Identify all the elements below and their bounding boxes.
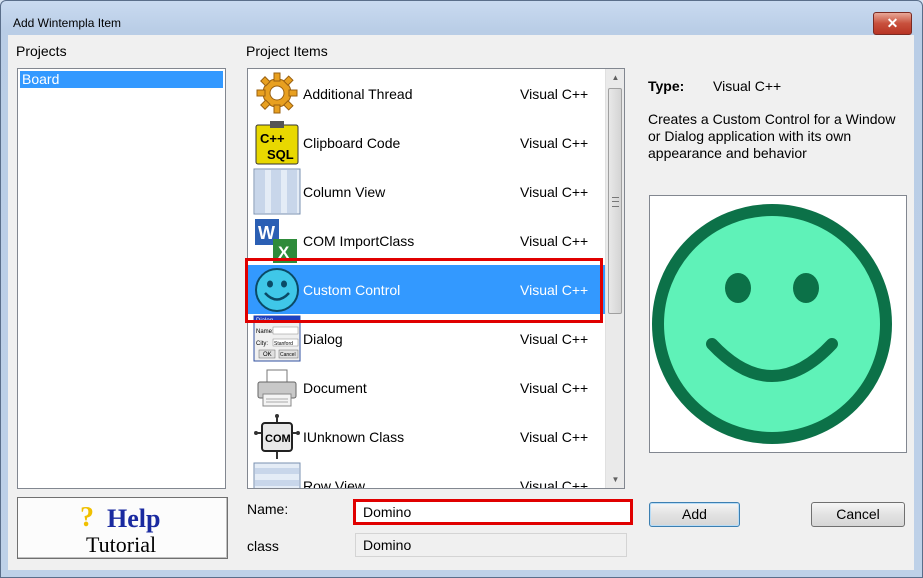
svg-text:Stanford: Stanford: [274, 341, 293, 347]
svg-text:Dialog: Dialog: [256, 318, 273, 324]
item-type: Visual C++: [520, 86, 589, 102]
item-name: Row View: [303, 478, 365, 489]
smiley-icon: [253, 266, 301, 313]
item-name: Dialog: [303, 331, 343, 347]
item-name: COM ImportClass: [303, 233, 415, 249]
item-type: Visual C++: [520, 380, 589, 396]
item-type: Visual C++: [520, 184, 589, 200]
smiley-icon: [652, 204, 892, 444]
list-item-com-importclass[interactable]: W X COM ImportClass Visual C++: [248, 216, 605, 265]
name-label: Name:: [247, 501, 289, 517]
project-items-label: Project Items: [246, 43, 328, 59]
help-question-icon: ?: [80, 502, 94, 533]
class-label: class: [247, 538, 279, 554]
scroll-up-arrow-icon[interactable]: ▲: [606, 69, 624, 86]
dialog-icon: Dialog Name: City: Stanford OK Cancel: [253, 315, 301, 362]
word-excel-icon: W X: [253, 217, 301, 264]
item-type: Visual C++: [520, 233, 589, 249]
svg-text:X: X: [278, 243, 290, 262]
add-button[interactable]: Add: [649, 502, 740, 527]
list-item-row-view[interactable]: Row View Visual C++: [248, 461, 605, 489]
printer-icon: [253, 364, 301, 411]
scroll-down-arrow-icon[interactable]: ▼: [606, 471, 624, 488]
row-view-icon: [253, 462, 301, 488]
item-name: Additional Thread: [303, 86, 413, 102]
dialog-body: Projects Project Items Board Additional …: [8, 35, 914, 570]
name-input[interactable]: Domino: [353, 499, 633, 525]
column-view-icon: [253, 168, 301, 215]
com-chip-icon: COM: [253, 413, 301, 460]
svg-text:OK: OK: [263, 352, 272, 358]
window-title: Add Wintempla Item: [13, 16, 122, 30]
add-item-dialog: Add Wintempla Item ✕ Projects Project It…: [0, 0, 923, 578]
cpp-sql-icon: C++ SQL: [253, 119, 301, 166]
svg-text:COM: COM: [265, 433, 291, 445]
projects-list[interactable]: Board: [17, 68, 226, 489]
svg-text:Name:: Name:: [256, 329, 274, 335]
items-scrollbar[interactable]: ▲ ▼: [605, 69, 624, 488]
svg-text:Cancel: Cancel: [280, 352, 296, 358]
item-name: Column View: [303, 184, 386, 200]
grip-icon: [612, 197, 619, 207]
list-item-dialog[interactable]: Dialog Name: City: Stanford OK Cancel Di…: [248, 314, 605, 363]
item-preview: [649, 195, 907, 453]
class-field: Domino: [355, 533, 627, 557]
type-value: Visual C++: [713, 78, 782, 94]
project-item-board[interactable]: Board: [20, 71, 223, 88]
scroll-thumb[interactable]: [608, 88, 622, 314]
projects-label: Projects: [16, 43, 67, 59]
cancel-button[interactable]: Cancel: [811, 502, 905, 527]
type-label: Type:: [648, 78, 685, 94]
project-items-list[interactable]: Additional Thread Visual C++ C++ SQL Cli…: [247, 68, 625, 489]
list-item-additional-thread[interactable]: Additional Thread Visual C++: [248, 69, 605, 118]
item-description: Creates a Custom Control for a Window or…: [648, 111, 896, 161]
svg-text:W: W: [258, 223, 275, 243]
help-text: Help: [107, 504, 161, 533]
list-item-column-view[interactable]: Column View Visual C++: [248, 167, 605, 216]
item-type: Visual C++: [520, 135, 589, 151]
item-type: Visual C++: [520, 478, 589, 489]
gear-icon: [253, 70, 301, 117]
list-item-clipboard-code[interactable]: C++ SQL Clipboard Code Visual C++: [248, 118, 605, 167]
svg-text:SQL: SQL: [267, 147, 294, 162]
list-item-document[interactable]: Document Visual C++: [248, 363, 605, 412]
list-item-iunknown-class[interactable]: COM IUnknown Class Visual C++: [248, 412, 605, 461]
item-type: Visual C++: [520, 331, 589, 347]
item-type: Visual C++: [520, 282, 589, 298]
help-tutorial-button[interactable]: ? Help Tutorial: [17, 497, 228, 559]
svg-text:City:: City:: [256, 341, 268, 347]
svg-text:C++: C++: [260, 131, 285, 146]
item-name: Custom Control: [303, 282, 401, 298]
close-button[interactable]: ✕: [873, 12, 912, 35]
title-bar: Add Wintempla Item ✕: [1, 1, 922, 35]
list-item-custom-control[interactable]: Custom Control Visual C++: [248, 265, 605, 314]
tutorial-text: Tutorial: [86, 532, 157, 557]
item-name: IUnknown Class: [303, 429, 405, 445]
item-type: Visual C++: [520, 429, 589, 445]
item-name: Clipboard Code: [303, 135, 401, 151]
item-name: Document: [303, 380, 367, 396]
